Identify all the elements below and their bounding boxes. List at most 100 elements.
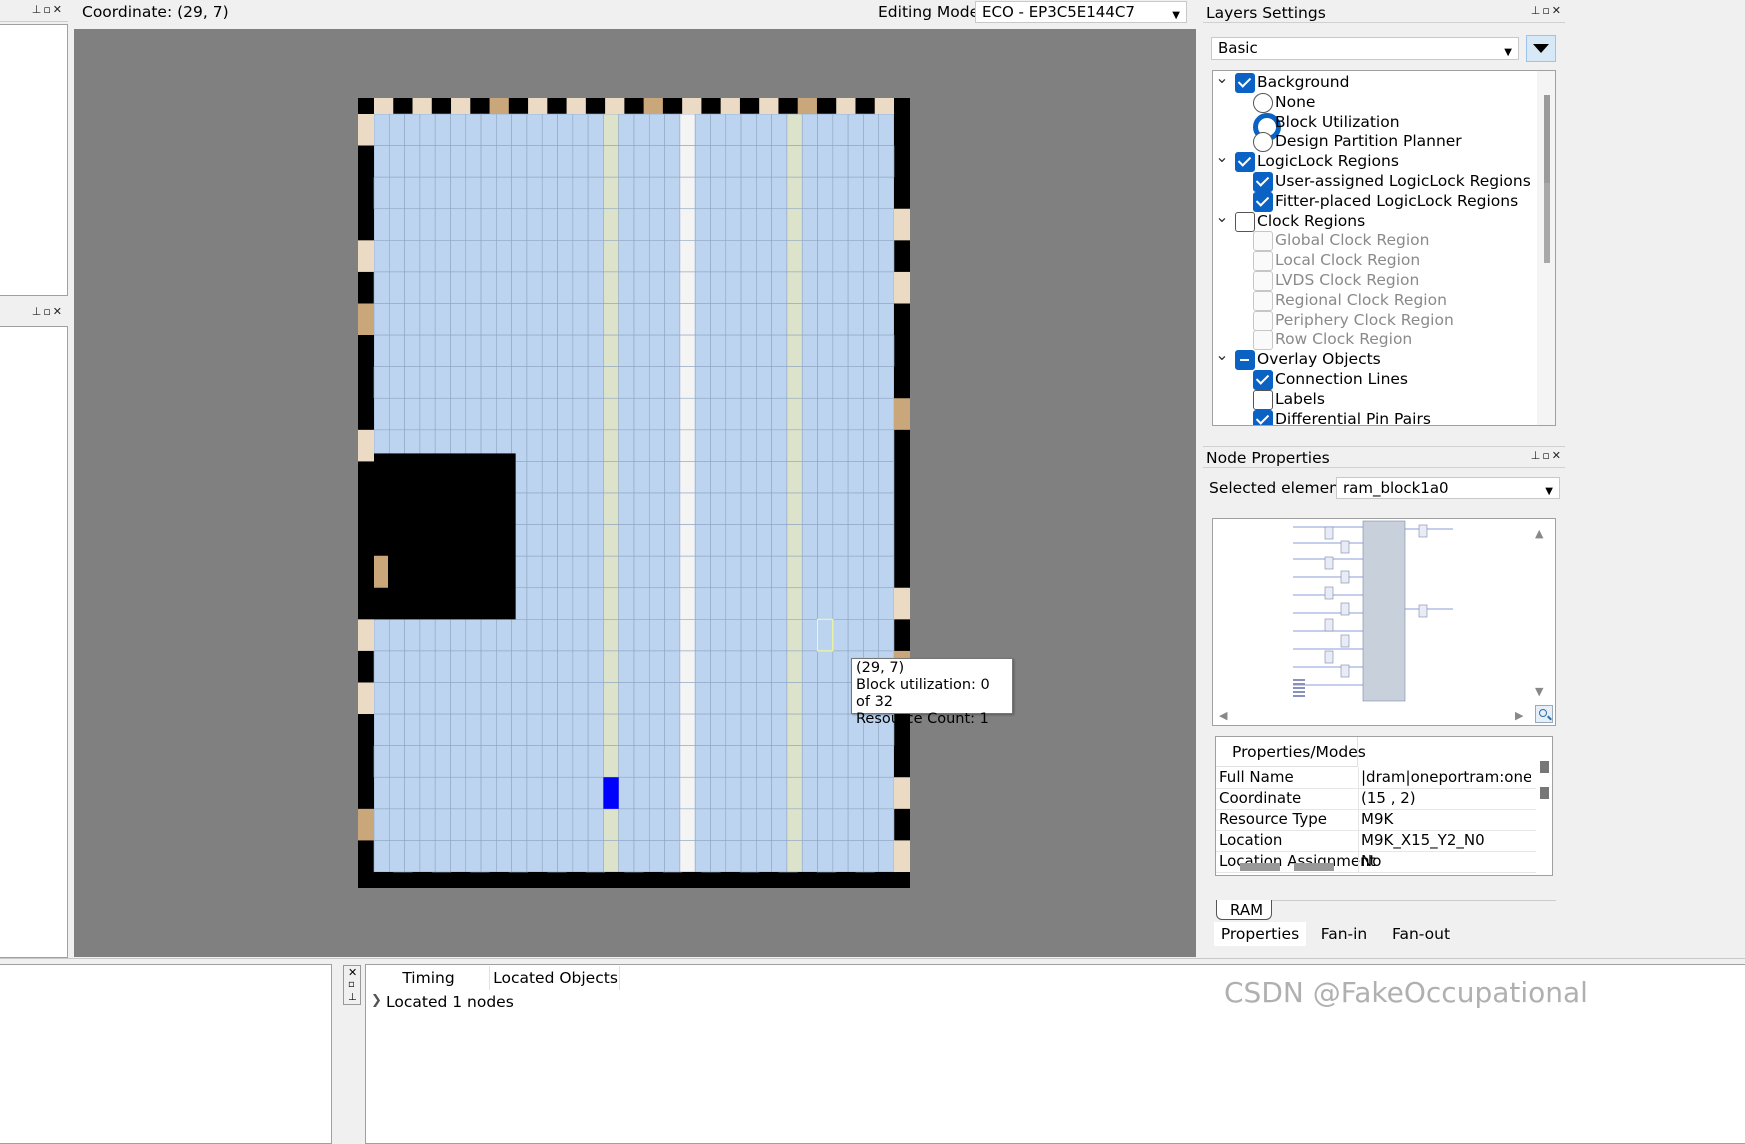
- logic-cell[interactable]: [786, 240, 803, 273]
- logic-cell[interactable]: [679, 713, 696, 746]
- logic-cell[interactable]: [572, 145, 589, 178]
- logic-cell[interactable]: [878, 555, 895, 589]
- logic-cell[interactable]: [648, 524, 665, 557]
- logic-cell[interactable]: [450, 650, 467, 683]
- io-pad[interactable]: [836, 872, 856, 888]
- logic-cell[interactable]: [572, 334, 589, 367]
- logic-cell[interactable]: [603, 208, 620, 241]
- logic-cell[interactable]: [480, 776, 497, 810]
- logic-cell[interactable]: [832, 145, 849, 178]
- io-pad[interactable]: [682, 98, 702, 114]
- logic-cell[interactable]: [694, 397, 711, 431]
- logic-cell[interactable]: [771, 650, 788, 683]
- logic-cell[interactable]: [664, 682, 681, 715]
- logic-cell[interactable]: [480, 240, 497, 273]
- logic-cell[interactable]: [434, 366, 451, 399]
- logic-cell[interactable]: [679, 461, 696, 494]
- logic-cell[interactable]: [465, 334, 482, 367]
- logic-cell[interactable]: [572, 492, 589, 525]
- logic-cell[interactable]: [740, 113, 757, 146]
- logic-cell[interactable]: [465, 145, 482, 178]
- subtab-ram[interactable]: RAM: [1216, 900, 1272, 920]
- logic-cell[interactable]: [710, 176, 727, 210]
- logic-cell[interactable]: [633, 113, 650, 146]
- logic-cell[interactable]: [557, 461, 574, 494]
- checkbox[interactable]: [1253, 409, 1273, 425]
- logic-cell[interactable]: [878, 334, 895, 367]
- io-pad[interactable]: [894, 208, 910, 241]
- logic-cell[interactable]: [419, 334, 436, 367]
- logic-cell[interactable]: [817, 303, 834, 336]
- logic-cell[interactable]: [710, 113, 727, 146]
- logic-cell[interactable]: [419, 745, 436, 778]
- logic-cell[interactable]: [694, 429, 711, 462]
- io-pad[interactable]: [874, 872, 894, 888]
- logic-cell[interactable]: [664, 240, 681, 273]
- io-pad[interactable]: [358, 303, 374, 336]
- logic-cell[interactable]: [817, 808, 834, 841]
- logic-cell[interactable]: [740, 713, 757, 746]
- logic-cell[interactable]: [710, 682, 727, 715]
- logic-cell[interactable]: [648, 808, 665, 841]
- layer-item[interactable]: Connection Lines: [1213, 368, 1533, 390]
- logic-cell[interactable]: [771, 776, 788, 810]
- property-row[interactable]: Location M9K_X15_Y2_N0: [1216, 830, 1536, 852]
- logic-cell[interactable]: [725, 113, 742, 146]
- logic-cell[interactable]: [710, 271, 727, 304]
- logic-cell[interactable]: [786, 808, 803, 841]
- logic-cell[interactable]: [633, 745, 650, 778]
- logic-cell[interactable]: [587, 619, 604, 652]
- logic-cell[interactable]: [450, 840, 467, 873]
- logic-cell[interactable]: [694, 840, 711, 873]
- logic-cell[interactable]: [863, 240, 880, 273]
- logic-cell[interactable]: [664, 334, 681, 367]
- logic-cell[interactable]: [388, 145, 405, 178]
- logic-cell[interactable]: [511, 176, 528, 210]
- logic-cell[interactable]: [648, 650, 665, 683]
- logic-cell[interactable]: [832, 682, 849, 715]
- logic-cell[interactable]: [648, 461, 665, 494]
- logic-cell[interactable]: [648, 334, 665, 367]
- layer-item[interactable]: Design Partition Planner: [1213, 130, 1533, 153]
- located-nodes-text[interactable]: Located 1 nodes: [386, 993, 514, 1011]
- logic-cell[interactable]: [526, 713, 543, 746]
- logic-cell[interactable]: [878, 461, 895, 494]
- logic-cell[interactable]: [786, 650, 803, 683]
- logic-cell[interactable]: [664, 587, 681, 620]
- io-pad[interactable]: [720, 872, 740, 888]
- logic-cell[interactable]: [480, 808, 497, 841]
- logic-cell[interactable]: [878, 113, 895, 146]
- logic-cell[interactable]: [878, 271, 895, 304]
- logic-cell[interactable]: [771, 713, 788, 746]
- logic-cell[interactable]: [832, 113, 849, 146]
- io-pad[interactable]: [528, 98, 548, 114]
- logic-cell[interactable]: [817, 524, 834, 557]
- logic-cell[interactable]: [587, 145, 604, 178]
- logic-cell[interactable]: [725, 176, 742, 210]
- logic-cell[interactable]: [572, 208, 589, 241]
- logic-cell[interactable]: [786, 366, 803, 399]
- logic-cell[interactable]: [694, 145, 711, 178]
- logic-cell[interactable]: [373, 808, 390, 841]
- logic-cell[interactable]: [450, 176, 467, 210]
- logic-cell[interactable]: [694, 713, 711, 746]
- io-pad[interactable]: [358, 777, 374, 809]
- logic-cell[interactable]: [541, 745, 558, 778]
- logic-cell[interactable]: [373, 271, 390, 304]
- logic-cell[interactable]: [587, 555, 604, 589]
- logic-cell[interactable]: [863, 555, 880, 589]
- logic-cell[interactable]: [618, 650, 635, 683]
- logic-cell[interactable]: [557, 745, 574, 778]
- logic-cell[interactable]: [496, 176, 512, 210]
- logic-cell[interactable]: [694, 776, 711, 810]
- logic-cell[interactable]: [541, 524, 558, 557]
- logic-cell[interactable]: [710, 713, 727, 746]
- logic-cell[interactable]: [526, 176, 543, 210]
- logic-cell[interactable]: [434, 619, 451, 652]
- logic-cell[interactable]: [740, 619, 757, 652]
- layer-item[interactable]: None: [1213, 91, 1533, 113]
- logic-cell[interactable]: [725, 776, 742, 810]
- logic-cell[interactable]: [694, 271, 711, 304]
- logic-cell[interactable]: [373, 776, 390, 810]
- logic-cell[interactable]: [419, 240, 436, 273]
